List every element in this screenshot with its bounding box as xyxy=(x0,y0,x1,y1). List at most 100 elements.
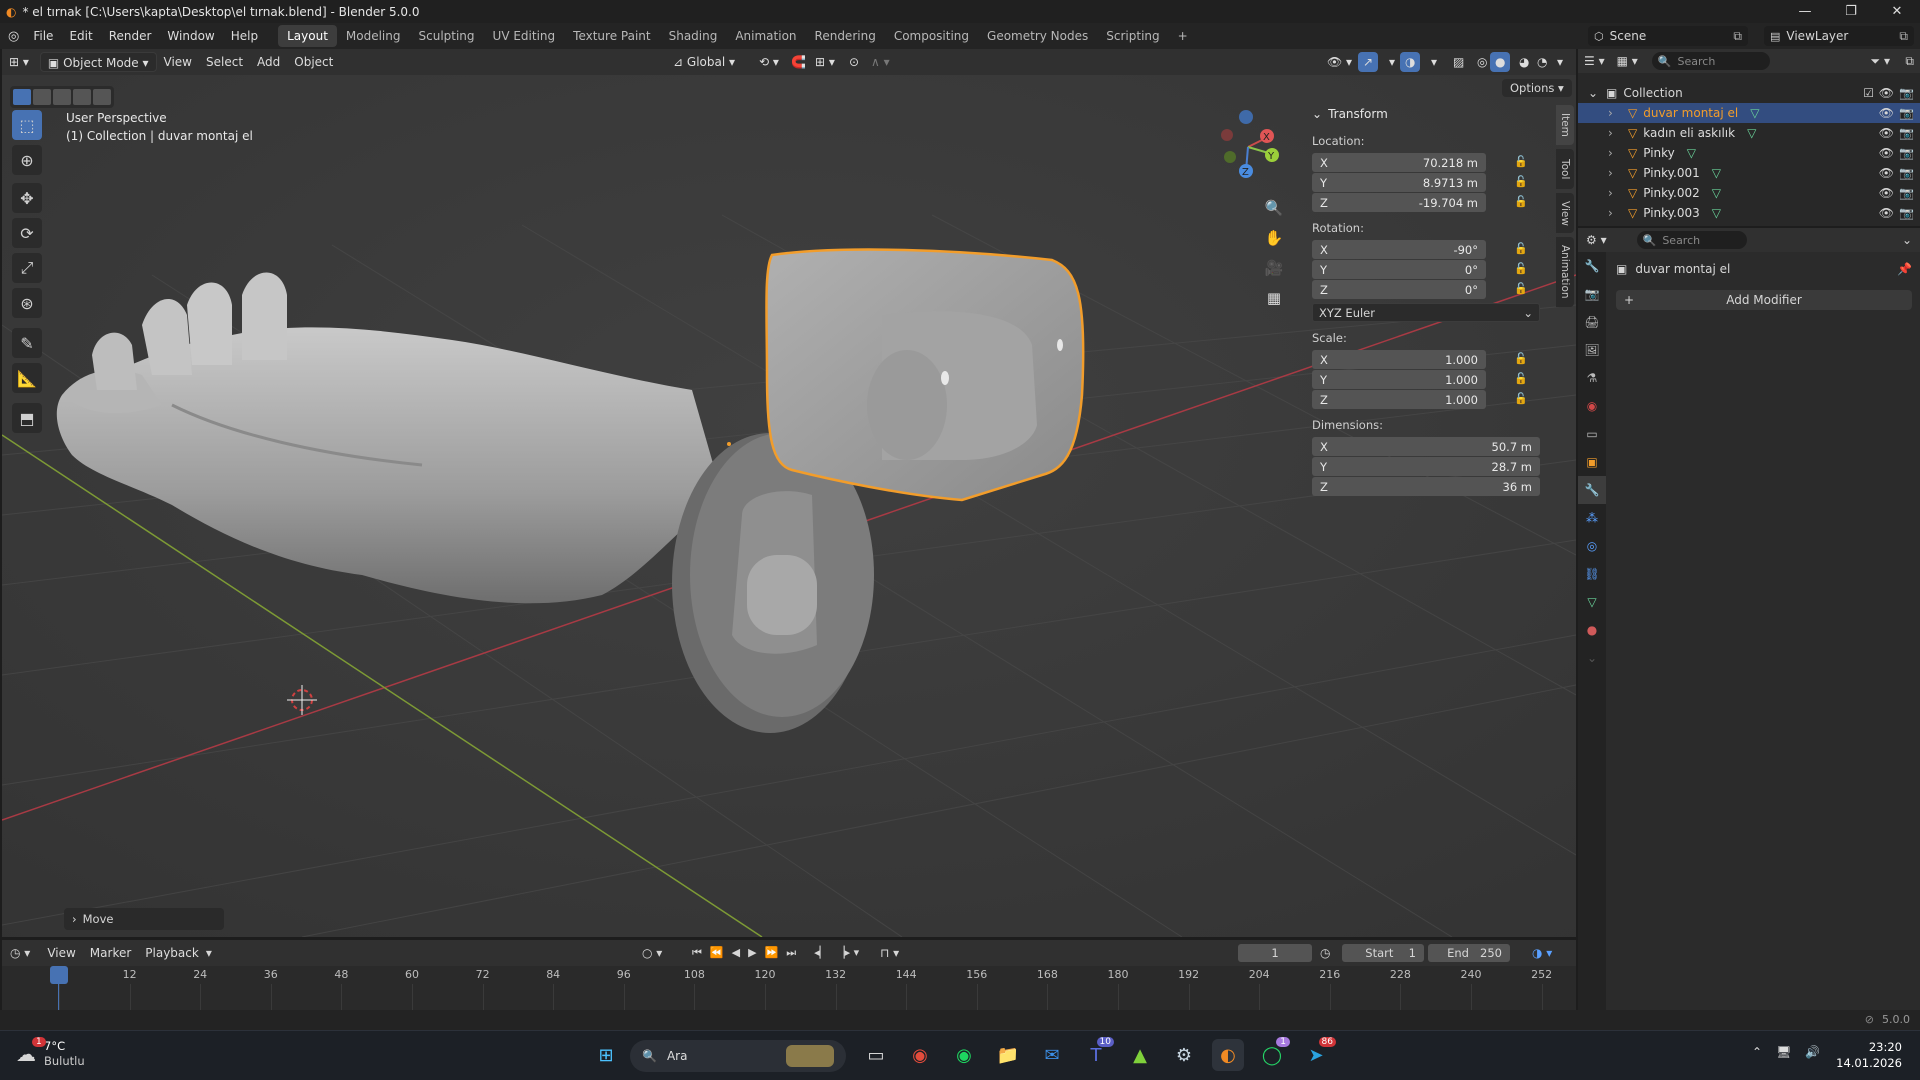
mesh-data-icon[interactable]: ▽ xyxy=(1712,206,1721,220)
workspace-tab-scripting[interactable]: Scripting xyxy=(1097,25,1168,47)
sidebar-tab-view[interactable]: View xyxy=(1556,193,1574,233)
tool-tab-icon[interactable]: 🔧 xyxy=(1578,252,1606,280)
minimize-button[interactable]: — xyxy=(1782,0,1828,23)
file-explorer-icon[interactable]: 📁 xyxy=(992,1039,1024,1071)
collection-tab-icon[interactable]: ▭ xyxy=(1578,420,1606,448)
object-mode-dropdown[interactable]: ▣ Object Mode ▾ xyxy=(39,52,157,72)
tool-measure-icon[interactable]: 📐 xyxy=(12,363,42,393)
keyframe-prev-icon[interactable]: ◂▏ xyxy=(814,946,828,960)
start-frame-field[interactable]: Start 1 xyxy=(1342,944,1424,962)
expand-chevron-icon[interactable]: › xyxy=(1608,186,1613,200)
eye-icon[interactable]: 👁 xyxy=(1879,126,1894,140)
last-operator-panel[interactable]: › Move xyxy=(64,908,224,930)
outliner-object-row[interactable]: › ▽ Pinky ▽ 👁 📷 xyxy=(1578,143,1920,163)
add-workspace-button[interactable]: + xyxy=(1169,25,1197,47)
jump-end-icon[interactable]: ⏭ xyxy=(786,946,796,960)
menu-file[interactable]: File xyxy=(25,26,61,46)
outliner-object-row[interactable]: › ▽ Pinky.002 ▽ 👁 📷 xyxy=(1578,183,1920,203)
clock[interactable]: 23:20 14.01.2026 xyxy=(1836,1039,1902,1071)
editor-type-icon[interactable]: ◷ ▾ xyxy=(10,946,30,960)
spotify-icon[interactable]: ◉ xyxy=(948,1039,980,1071)
dimensions-x-field[interactable]: X 50.7 m xyxy=(1312,437,1540,456)
lock-icon[interactable]: 🔓 xyxy=(1514,155,1528,168)
transform-panel-header[interactable]: ⌄ Transform xyxy=(1312,103,1548,125)
jump-start-icon[interactable]: ⏮ xyxy=(692,946,702,960)
blender-taskbar-icon[interactable]: ◐ xyxy=(1212,1039,1244,1071)
sidebar-tab-tool[interactable]: Tool xyxy=(1556,149,1574,189)
mesh-data-icon[interactable]: ▽ xyxy=(1747,126,1756,140)
menu-window[interactable]: Window xyxy=(159,26,222,46)
workspace-tab-shading[interactable]: Shading xyxy=(660,25,727,47)
timeline-menu-view[interactable]: View xyxy=(40,943,82,963)
snapping-icon[interactable]: ⊓ ▾ xyxy=(880,946,899,960)
eye-icon[interactable]: 👁 xyxy=(1879,166,1894,180)
rotation-z-field[interactable]: Z 0° 🔓 xyxy=(1312,280,1528,299)
physics-tab-icon[interactable]: ◎ xyxy=(1578,532,1606,560)
rotation-mode-dropdown[interactable]: XYZ Euler ⌄ xyxy=(1312,303,1540,322)
eye-icon[interactable]: 👁 xyxy=(1879,106,1894,120)
editor-type-button[interactable]: ⊞ ▾ xyxy=(2,52,36,72)
camera-view-icon[interactable]: 🎥 xyxy=(1264,253,1284,283)
timeline-menu-marker[interactable]: Marker xyxy=(83,943,138,963)
properties-search-input[interactable]: 🔍 Search xyxy=(1636,231,1747,249)
particles-tab-icon[interactable]: ⁂ xyxy=(1578,504,1606,532)
display-mode-icon[interactable]: ▦ ▾ xyxy=(1617,54,1638,68)
viewlayer-selector[interactable]: ▤ ViewLayer ⧉ xyxy=(1764,26,1914,46)
lock-icon[interactable]: 🔓 xyxy=(1514,242,1528,255)
current-frame-field[interactable]: 1 xyxy=(1238,944,1312,962)
expand-chevron-icon[interactable]: › xyxy=(1608,146,1613,160)
camera-icon[interactable]: 📷 xyxy=(1899,146,1914,160)
scene-selector[interactable]: ⬡ Scene ⧉ xyxy=(1588,26,1748,46)
modifier-tab-icon[interactable]: 🔧 xyxy=(1578,476,1606,504)
expand-chevron-icon[interactable]: › xyxy=(1608,126,1613,140)
overlay-dropdown[interactable]: ▾ xyxy=(1424,52,1444,72)
options-dropdown[interactable]: Options ▾ xyxy=(1502,79,1572,97)
render-tab-icon[interactable]: 📷 xyxy=(1578,280,1606,308)
lock-icon[interactable]: 🔓 xyxy=(1514,352,1528,365)
outliner-object-row[interactable]: › ▽ Pinky.001 ▽ 👁 📷 xyxy=(1578,163,1920,183)
lock-icon[interactable]: 🔓 xyxy=(1514,262,1528,275)
camera-icon[interactable]: 📷 xyxy=(1899,86,1914,100)
end-frame-field[interactable]: End 250 xyxy=(1428,944,1510,962)
play-reverse-icon[interactable]: ◀ xyxy=(732,946,740,960)
editor-type-icon[interactable]: ☰ ▾ xyxy=(1584,54,1605,68)
snap-target-dropdown[interactable]: ⊞ ▾ xyxy=(808,52,842,72)
pan-hand-icon[interactable]: ✋ xyxy=(1264,223,1284,253)
scene-tab-icon[interactable]: ⚗ xyxy=(1578,364,1606,392)
new-scene-icon[interactable]: ⧉ xyxy=(1733,29,1742,44)
lock-icon[interactable]: 🔓 xyxy=(1514,372,1528,385)
data-tab-icon[interactable]: ▽ xyxy=(1578,588,1606,616)
tool-move-icon[interactable]: ✥ xyxy=(12,183,42,213)
rotation-x-field[interactable]: X -90° 🔓 xyxy=(1312,240,1528,259)
mesh-data-icon[interactable]: ▽ xyxy=(1712,166,1721,180)
camera-icon[interactable]: 📷 xyxy=(1899,206,1914,220)
menu-edit[interactable]: Edit xyxy=(61,26,100,46)
lock-icon[interactable]: 🔓 xyxy=(1514,392,1528,405)
xray-toggle-icon[interactable]: ▨ xyxy=(1446,52,1471,72)
select-intersect-icon[interactable] xyxy=(93,89,111,105)
select-extend-icon[interactable] xyxy=(33,89,51,105)
auto-keying-icon[interactable]: ○ ▾ xyxy=(642,946,662,960)
workspace-tab-uv-editing[interactable]: UV Editing xyxy=(484,25,565,47)
chrome-icon[interactable]: ◉ xyxy=(904,1039,936,1071)
camera-icon[interactable]: 📷 xyxy=(1899,106,1914,120)
weather-widget[interactable]: ☁ 1 7°C Bulutlu xyxy=(16,1037,85,1069)
texture-tab-icon[interactable]: ⌄ xyxy=(1578,644,1606,672)
camera-icon[interactable]: 📷 xyxy=(1899,166,1914,180)
preview-range-icon[interactable]: ◷ xyxy=(1320,946,1330,960)
lock-icon[interactable]: 🔓 xyxy=(1514,282,1528,295)
tool-scale-icon[interactable]: ⤢ xyxy=(12,253,42,283)
mesh-data-icon[interactable]: ▽ xyxy=(1687,146,1696,160)
overlay-toggle-icon[interactable]: ◑ xyxy=(1400,52,1421,72)
proportional-falloff-icon[interactable]: ∧ ▾ xyxy=(864,52,897,72)
tray-chevron-icon[interactable]: ⌃ xyxy=(1752,1045,1762,1059)
object-tab-icon[interactable]: ▣ xyxy=(1578,448,1606,476)
transform-orientation-dropdown[interactable]: ⊿ Global ▾ xyxy=(666,52,742,72)
navigation-gizmo[interactable]: X Y Z xyxy=(1210,109,1280,179)
network-icon[interactable]: 🖥 xyxy=(1776,1045,1791,1059)
outliner-collection-row[interactable]: ⌄ ▣ Collection ☑ 👁 📷 xyxy=(1578,83,1920,103)
menu-help[interactable]: Help xyxy=(223,26,266,46)
menu-render[interactable]: Render xyxy=(101,26,160,46)
maximize-button[interactable]: ❐ xyxy=(1828,0,1874,23)
new-collection-icon[interactable]: ⧉ xyxy=(1905,54,1914,69)
